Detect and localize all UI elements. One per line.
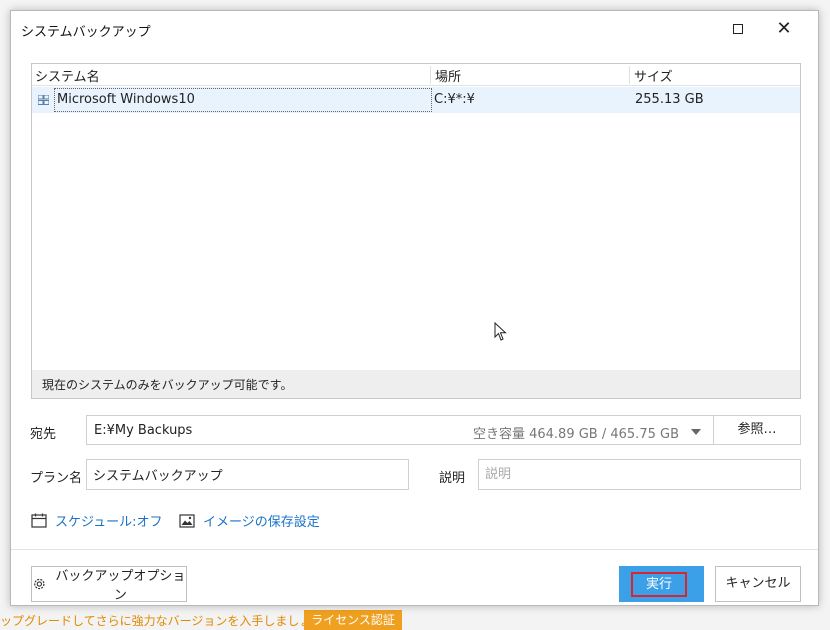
mouse-cursor-icon: [494, 322, 507, 341]
footer-divider: [11, 549, 818, 550]
image-settings-link[interactable]: イメージの保存設定: [179, 511, 320, 530]
title-bar: システムバックアップ ✕: [11, 11, 818, 47]
maximize-button[interactable]: [715, 11, 761, 47]
destination-field[interactable]: E:¥My Backups 空き容量 464.89 GB / 465.75 GB: [86, 415, 714, 445]
license-activate-button[interactable]: ライセンス認証: [304, 610, 402, 630]
close-icon: ✕: [776, 18, 792, 39]
cancel-button[interactable]: キャンセル: [715, 566, 801, 602]
plan-name-input[interactable]: [86, 459, 409, 490]
image-icon: [179, 513, 195, 528]
list-header: システム名 場所 サイズ: [32, 64, 800, 86]
size-cell: 255.13 GB: [635, 92, 704, 107]
destination-path: E:¥My Backups: [94, 423, 193, 438]
system-list: システム名 場所 サイズ Microsoft Windows10 C:¥*:¥ …: [31, 63, 801, 399]
run-button[interactable]: 実行: [619, 566, 704, 602]
system-name-cell: Microsoft Windows10: [54, 88, 432, 112]
column-location[interactable]: 場所: [432, 66, 630, 85]
upgrade-notice: ップグレードしてさらに強力なバージョンを入手しましょう。: [0, 614, 335, 628]
maximize-icon: [733, 24, 743, 34]
column-size[interactable]: サイズ: [631, 66, 801, 85]
schedule-link-text: スケジュール:オフ: [55, 515, 163, 530]
calendar-icon: [31, 513, 47, 528]
close-button[interactable]: ✕: [761, 11, 807, 47]
plan-name-label: プラン名: [30, 471, 83, 486]
backup-options-label: バックアップオプション: [55, 569, 186, 603]
windows-system-icon: [38, 95, 49, 105]
browse-button[interactable]: 参照…: [714, 415, 801, 445]
list-footer-note: 現在のシステムのみをバックアップ可能です。: [32, 370, 800, 398]
destination-label: 宛先: [30, 427, 57, 442]
chevron-down-icon[interactable]: [691, 429, 701, 435]
free-space-text: 空き容量 464.89 GB / 465.75 GB: [472, 427, 679, 442]
image-settings-link-text: イメージの保存設定: [203, 515, 320, 530]
gear-icon: [34, 578, 45, 590]
backup-options-button[interactable]: バックアップオプション: [31, 566, 187, 603]
system-backup-dialog: システムバックアップ ✕ システム名 場所 サイズ Microsoft Wind…: [10, 10, 819, 606]
schedule-link[interactable]: スケジュール:オフ: [31, 511, 162, 530]
description-input[interactable]: [478, 459, 801, 490]
column-system-name[interactable]: システム名: [32, 66, 431, 85]
list-row-system[interactable]: Microsoft Windows10 C:¥*:¥ 255.13 GB: [32, 87, 800, 113]
run-button-label: 実行: [631, 572, 687, 597]
location-cell: C:¥*:¥: [434, 92, 475, 107]
description-label: 説明: [439, 471, 466, 486]
dialog-title: システムバックアップ: [21, 25, 151, 40]
